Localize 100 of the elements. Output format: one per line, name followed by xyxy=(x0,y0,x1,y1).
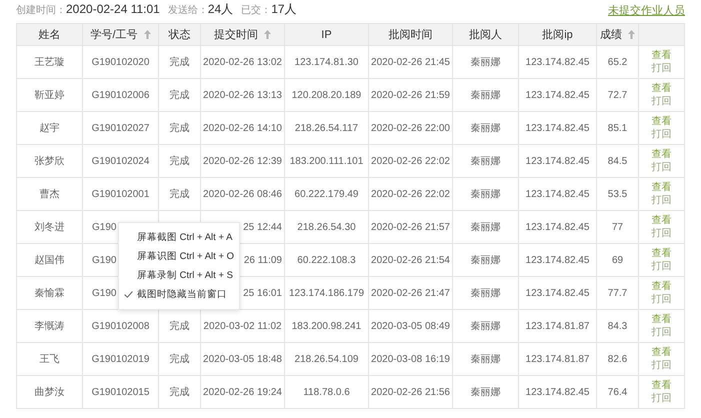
table-cell: 2020-02-26 21:45 xyxy=(371,56,450,68)
table-cell: 靳亚婷 xyxy=(34,90,64,101)
return-link[interactable]: 打回 xyxy=(652,162,672,173)
column-header: 批阅时间 xyxy=(388,28,432,42)
missing-students-link[interactable]: 未提交作业人员 xyxy=(608,3,685,18)
meta-label: 已交： xyxy=(241,4,272,17)
meta-value: 2020-02-24 11:01 xyxy=(66,2,160,16)
table-cell: 张梦欣 xyxy=(34,156,64,167)
table-cell: 2020-03-08 16:19 xyxy=(371,354,450,364)
table-cell: 2020-02-26 22:02 xyxy=(371,188,450,200)
meta-label: 发送给： xyxy=(168,4,208,17)
table-cell: 秦丽娜 xyxy=(470,57,500,68)
table-cell: 218.26.54.30 xyxy=(297,222,356,232)
table-cell: 2020-03-05 18:48 xyxy=(203,354,282,364)
table-cell: G190102024 xyxy=(92,156,150,166)
table-cell: 2020-02-26 22:00 xyxy=(371,122,450,134)
sort-arrow-icon[interactable] xyxy=(264,30,271,39)
table-cell: 秦丽娜 xyxy=(470,321,500,332)
return-link[interactable]: 打回 xyxy=(652,195,672,206)
return-link[interactable]: 打回 xyxy=(652,63,672,74)
return-link[interactable]: 打回 xyxy=(652,129,672,140)
table-cell: 77 xyxy=(612,222,624,232)
column-header: 状态 xyxy=(168,28,190,42)
table-cell: 王艺璇 xyxy=(34,57,64,68)
table-cell: G190102015 xyxy=(92,386,150,398)
table-cell: 王飞 xyxy=(40,354,60,365)
view-link[interactable]: 查看 xyxy=(652,215,672,226)
table-cell: 25 12:44 xyxy=(243,222,282,232)
column-header: 批阅人 xyxy=(469,28,502,42)
table-cell: 123.174.82.45 xyxy=(526,188,590,200)
table-cell: 刘冬进 xyxy=(34,222,64,233)
return-link[interactable]: 打回 xyxy=(652,327,672,338)
table-cell: 2020-02-26 21:47 xyxy=(371,288,450,298)
return-link[interactable]: 打回 xyxy=(652,360,672,371)
view-link[interactable]: 查看 xyxy=(652,149,672,160)
view-link[interactable]: 查看 xyxy=(652,281,672,292)
table-cell: 秦丽娜 xyxy=(470,222,500,233)
return-link[interactable]: 打回 xyxy=(652,393,672,404)
table-cell: 123.174.82.45 xyxy=(526,222,590,232)
table-cell: G190 xyxy=(92,254,116,266)
table-cell: 120.208.20.189 xyxy=(292,90,362,100)
table-cell: G190102027 xyxy=(92,122,150,134)
table-cell: G190102006 xyxy=(92,90,150,100)
table-cell: 218.26.54.117 xyxy=(294,122,358,134)
menu-item[interactable]: 屏幕录制 Ctrl + Alt + S xyxy=(137,269,233,282)
table-cell: 2020-03-05 08:49 xyxy=(371,320,450,332)
table-cell: 85.1 xyxy=(608,122,628,134)
table-cell: 秦丽娜 xyxy=(470,90,500,101)
table-cell: 秦丽娜 xyxy=(470,255,500,266)
view-link[interactable]: 查看 xyxy=(652,182,672,193)
table-cell: 曹杰 xyxy=(40,189,60,200)
menu-item[interactable]: 截图时隐藏当前窗口 xyxy=(137,288,227,301)
table-cell: 183.200.98.241 xyxy=(292,320,362,332)
table-cell: 秦丽娜 xyxy=(470,354,500,365)
view-link[interactable]: 查看 xyxy=(652,347,672,358)
view-link[interactable]: 查看 xyxy=(652,314,672,325)
view-link[interactable]: 查看 xyxy=(652,248,672,259)
menu-item[interactable]: 屏幕截图 Ctrl + Alt + A xyxy=(137,231,232,244)
table-cell: 76.4 xyxy=(608,386,628,398)
table-cell: 完成 xyxy=(170,189,190,200)
table-cell: 82.6 xyxy=(608,354,628,364)
view-link[interactable]: 查看 xyxy=(652,116,672,127)
return-link[interactable]: 打回 xyxy=(652,294,672,305)
table-cell: 123.174.81.87 xyxy=(526,320,590,332)
meta-value: 24人 xyxy=(208,1,234,18)
table-cell: 秦丽娜 xyxy=(470,387,500,398)
sort-arrow-icon[interactable] xyxy=(144,30,151,39)
table-cell: 123.174.82.45 xyxy=(526,288,590,298)
return-link[interactable]: 打回 xyxy=(652,96,672,107)
table-cell: 秦丽娜 xyxy=(470,156,500,167)
view-link[interactable]: 查看 xyxy=(652,83,672,94)
table-cell: 69 xyxy=(612,254,624,266)
table-cell: 完成 xyxy=(170,387,190,398)
return-link[interactable]: 打回 xyxy=(652,228,672,239)
table-cell: 完成 xyxy=(170,123,190,134)
table-cell: 秦丽娜 xyxy=(470,288,500,299)
table-cell: 2020-02-26 13:02 xyxy=(203,56,282,68)
sort-arrow-icon[interactable] xyxy=(628,30,635,39)
table-cell: 183.200.111.101 xyxy=(290,156,364,166)
table-cell: 123.174.186.179 xyxy=(288,288,364,298)
table-cell: 2020-02-26 12:39 xyxy=(203,156,282,166)
table-cell: 218.26.54.109 xyxy=(294,354,358,364)
table-cell: 123.174.82.45 xyxy=(526,122,590,134)
table-cell: 26 11:09 xyxy=(244,254,282,266)
menu-item[interactable]: 屏幕识图 Ctrl + Alt + O xyxy=(137,250,234,263)
table-cell: 53.5 xyxy=(608,188,628,200)
table-cell: 84.3 xyxy=(608,320,628,332)
view-link[interactable]: 查看 xyxy=(652,380,672,391)
view-link[interactable]: 查看 xyxy=(652,50,672,61)
table-cell: 2020-02-26 21:56 xyxy=(371,386,450,398)
column-header: 提交时间 xyxy=(214,28,258,42)
table-cell: G190 xyxy=(92,288,116,298)
table-cell: 李慨涛 xyxy=(34,321,64,332)
table-cell: 123.174.82.45 xyxy=(526,56,590,68)
table-cell: 123.174.82.45 xyxy=(526,90,590,100)
table-cell: G190102020 xyxy=(92,56,150,68)
table-cell: 2020-02-26 21:57 xyxy=(371,222,450,232)
table-cell: 2020-02-26 21:54 xyxy=(371,254,450,266)
return-link[interactable]: 打回 xyxy=(652,261,672,272)
table-cell: 完成 xyxy=(170,156,190,167)
